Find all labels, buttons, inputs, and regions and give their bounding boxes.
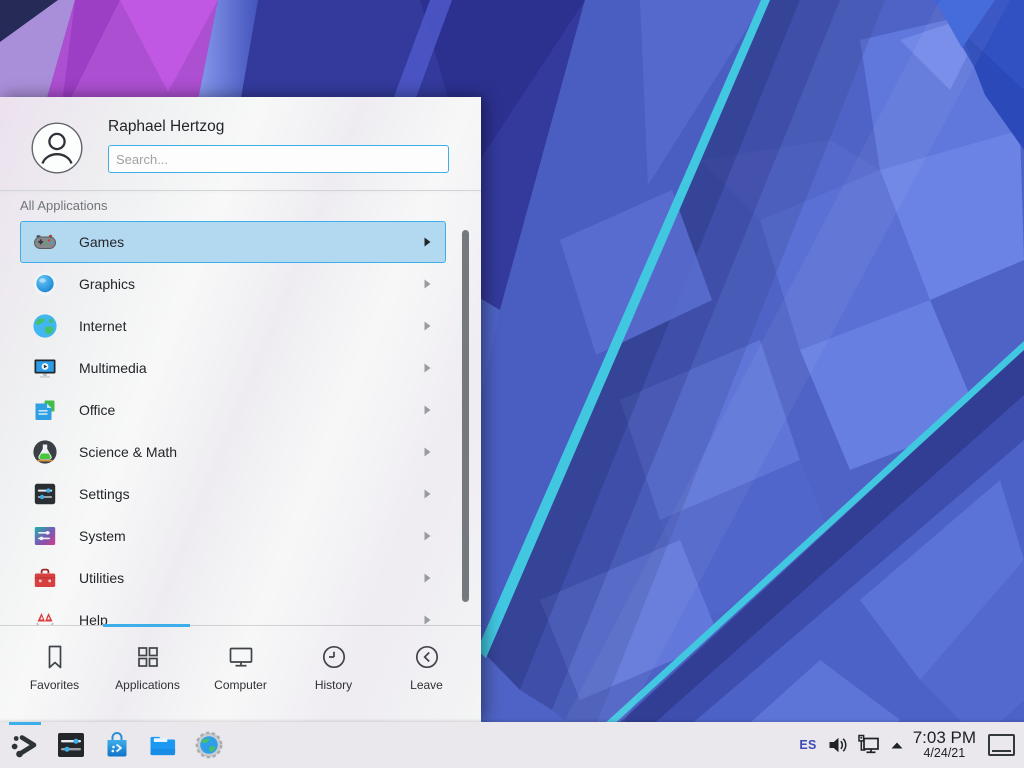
network-icon[interactable] [857, 734, 881, 756]
menu-item-label: Multimedia [79, 360, 147, 376]
kde-launcher-icon [9, 729, 41, 761]
submenu-arrow-icon [424, 279, 431, 289]
menu-item-multimedia[interactable]: Multimedia [20, 347, 446, 389]
menu-item-science-math[interactable]: Science & Math [20, 431, 446, 473]
list-scrollbar[interactable] [462, 230, 469, 602]
discover-icon [101, 729, 133, 761]
folder-icon [147, 729, 179, 761]
header-divider [0, 190, 481, 191]
system-icon [32, 523, 58, 549]
help-icon [32, 607, 58, 625]
menu-item-label: Internet [79, 318, 126, 334]
tab-computer[interactable]: Computer [194, 626, 287, 722]
menu-item-label: Games [79, 234, 124, 250]
submenu-arrow-icon [424, 531, 431, 541]
user-avatar-icon[interactable] [31, 122, 83, 174]
menu-item-games[interactable]: Games [20, 221, 446, 263]
leave-icon [412, 642, 442, 672]
submenu-arrow-icon [424, 447, 431, 457]
file-manager-button[interactable] [146, 728, 180, 762]
volume-icon[interactable] [827, 734, 849, 756]
system-tray: ES [799, 729, 1024, 761]
active-tab-indicator [103, 624, 190, 627]
menu-item-label: Settings [79, 486, 130, 502]
settings-icon [32, 481, 58, 507]
tab-favorites[interactable]: Favorites [8, 626, 101, 722]
menu-item-label: Office [79, 402, 115, 418]
user-name: Raphael Hertzog [108, 118, 224, 136]
keyboard-layout-indicator[interactable]: ES [799, 738, 816, 752]
tray-expand-icon[interactable] [889, 737, 905, 753]
submenu-arrow-icon [424, 573, 431, 583]
menu-item-help[interactable]: Help [20, 599, 446, 625]
launcher-tab-bar: Favorites Applications [0, 625, 481, 722]
tab-leave[interactable]: Leave [380, 626, 473, 722]
application-launcher-button[interactable] [8, 728, 42, 762]
show-desktop-button[interactable] [988, 734, 1015, 756]
applications-icon [133, 642, 163, 672]
graphics-icon [32, 271, 58, 297]
internet-icon [32, 313, 58, 339]
favorites-icon [40, 642, 70, 672]
submenu-arrow-icon [424, 615, 431, 625]
taskbar-panel: ES [0, 722, 1024, 768]
tab-label: Leave [410, 678, 443, 692]
science-icon [32, 439, 58, 465]
web-browser-button[interactable] [192, 728, 226, 762]
multimedia-icon [32, 355, 58, 381]
menu-item-office[interactable]: Office [20, 389, 446, 431]
application-category-list: Games [20, 221, 446, 625]
tab-label: Favorites [30, 678, 79, 692]
utilities-icon [32, 565, 58, 591]
application-launcher-menu: Raphael Hertzog All Applications [0, 97, 481, 722]
menu-item-label: Graphics [79, 276, 135, 292]
section-label: All Applications [20, 198, 107, 213]
submenu-arrow-icon [424, 321, 431, 331]
desktop: Raphael Hertzog All Applications [0, 0, 1024, 768]
submenu-arrow-icon [424, 363, 431, 373]
tab-history[interactable]: History [287, 626, 380, 722]
games-icon [32, 229, 58, 255]
system-settings-icon [55, 729, 87, 761]
submenu-arrow-icon [424, 489, 431, 499]
office-icon [32, 397, 58, 423]
menu-item-label: System [79, 528, 126, 544]
discover-button[interactable] [100, 728, 134, 762]
menu-item-utilities[interactable]: Utilities [20, 557, 446, 599]
menu-item-internet[interactable]: Internet [20, 305, 446, 347]
tab-applications[interactable]: Applications [101, 626, 194, 722]
system-settings-button[interactable] [54, 728, 88, 762]
tab-label: History [315, 678, 352, 692]
menu-item-system[interactable]: System [20, 515, 446, 557]
search-input[interactable] [108, 145, 449, 173]
menu-item-label: Utilities [79, 570, 124, 586]
computer-icon [226, 642, 256, 672]
menu-item-settings[interactable]: Settings [20, 473, 446, 515]
clock-time: 7:03 PM [913, 729, 976, 747]
clock-date: 4/24/21 [923, 747, 965, 761]
taskbar-app-icons [0, 728, 226, 762]
tab-label: Computer [214, 678, 267, 692]
globe-gear-icon [193, 729, 225, 761]
menu-item-graphics[interactable]: Graphics [20, 263, 446, 305]
history-icon [319, 642, 349, 672]
menu-item-label: Science & Math [79, 444, 177, 460]
submenu-arrow-icon [424, 237, 431, 247]
tab-label: Applications [115, 678, 180, 692]
submenu-arrow-icon [424, 405, 431, 415]
digital-clock[interactable]: 7:03 PM 4/24/21 [913, 729, 976, 761]
